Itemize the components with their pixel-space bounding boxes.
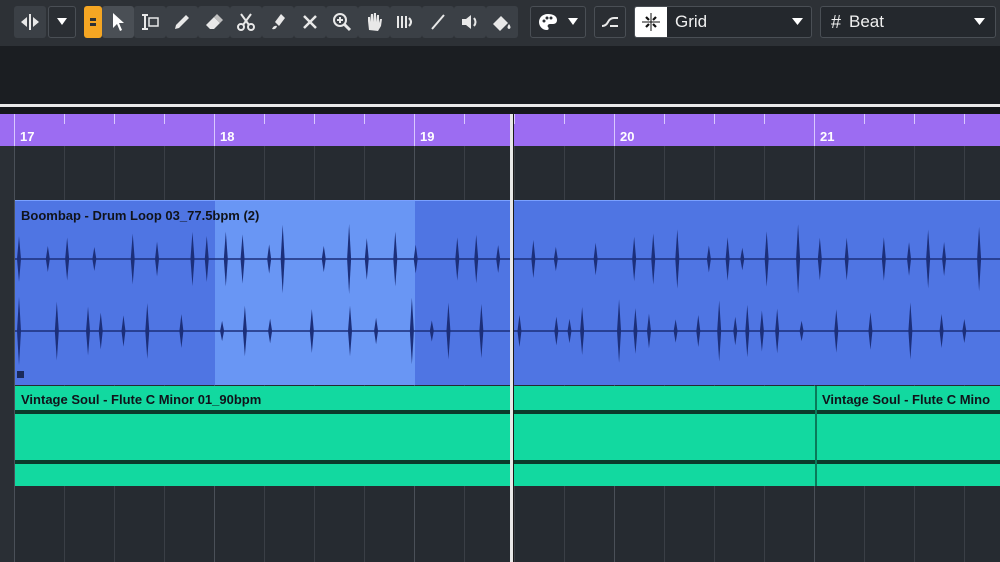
event-title: Boombap - Drum Loop 03_77.5bpm (2) [21, 208, 260, 223]
dropdown-arrow-icon [974, 18, 985, 25]
pencil-icon[interactable] [166, 6, 198, 38]
beat-tick [114, 114, 115, 124]
scissors-icon[interactable] [230, 6, 262, 38]
bar-number: 19 [420, 129, 435, 144]
grid-type-select[interactable]: # Beat [820, 6, 996, 38]
event-title: Vintage Soul - Flute C Minor 01_90bpm [21, 392, 262, 407]
beat-tick [514, 114, 515, 124]
timewarp-icon[interactable] [390, 6, 422, 38]
color-palette-icon[interactable] [530, 6, 586, 38]
event-title: Vintage Soul - Flute C Mino [822, 392, 991, 407]
event-boundary [815, 386, 817, 486]
snap-type-label: Grid [675, 12, 708, 31]
toolbar: Grid # Beat [0, 0, 1000, 46]
handle-icon[interactable] [84, 6, 102, 38]
bar-number: 21 [820, 129, 835, 144]
audio-event-drum-loop[interactable]: Boombap - Drum Loop 03_77.5bpm (2) [15, 200, 1000, 385]
beat-tick [914, 114, 915, 124]
track-edge-strip [0, 146, 15, 562]
playhead-shadow [513, 114, 514, 562]
speaker-icon[interactable] [454, 6, 486, 38]
beat-tick [664, 114, 665, 124]
bar-tick [814, 114, 815, 146]
snap-type-select[interactable]: Grid [634, 6, 812, 38]
pointer-icon[interactable] [102, 6, 134, 38]
beat-tick [264, 114, 265, 124]
beat-tick [364, 114, 365, 124]
hash-icon: # [831, 11, 842, 32]
hand-icon[interactable] [358, 6, 390, 38]
grid-type-label: Beat [849, 12, 884, 31]
bar-tick [214, 114, 215, 146]
drum-waveform [15, 224, 1000, 366]
snap-grid-icon [635, 7, 667, 37]
beat-tick [64, 114, 65, 124]
timeline-ruler[interactable]: 17 18 19 20 21 [0, 114, 1000, 146]
zoom-icon[interactable] [326, 6, 358, 38]
snap-toggle-icon[interactable] [594, 6, 626, 38]
bar-tick [414, 114, 415, 146]
split-arrow-icon[interactable] [14, 6, 46, 38]
bar-tick [14, 114, 15, 146]
beat-tick [564, 114, 565, 124]
beat-tick [314, 114, 315, 124]
bar-number: 17 [20, 129, 35, 144]
beat-tick [164, 114, 165, 124]
line-icon[interactable] [422, 6, 454, 38]
bar-number: 18 [220, 129, 235, 144]
dropdown-arrow-icon[interactable] [48, 6, 76, 38]
beat-tick [864, 114, 865, 124]
divider [0, 107, 1000, 114]
beat-tick [764, 114, 765, 124]
bar-tick [614, 114, 615, 146]
dropdown-arrow-icon [792, 18, 803, 25]
audio-event-flute[interactable]: Vintage Soul - Flute C Minor 01_90bpm Vi… [15, 386, 1000, 486]
bar-number: 20 [620, 129, 635, 144]
beat-tick [964, 114, 965, 124]
beat-tick [464, 114, 465, 124]
beat-tick [714, 114, 715, 124]
mute-x-icon[interactable] [294, 6, 326, 38]
eraser-icon[interactable] [198, 6, 230, 38]
glue-icon[interactable] [262, 6, 294, 38]
range-select-icon[interactable] [134, 6, 166, 38]
event-handle-icon[interactable] [17, 371, 24, 378]
colorize-icon[interactable] [486, 6, 518, 38]
info-line-area [0, 46, 1000, 104]
